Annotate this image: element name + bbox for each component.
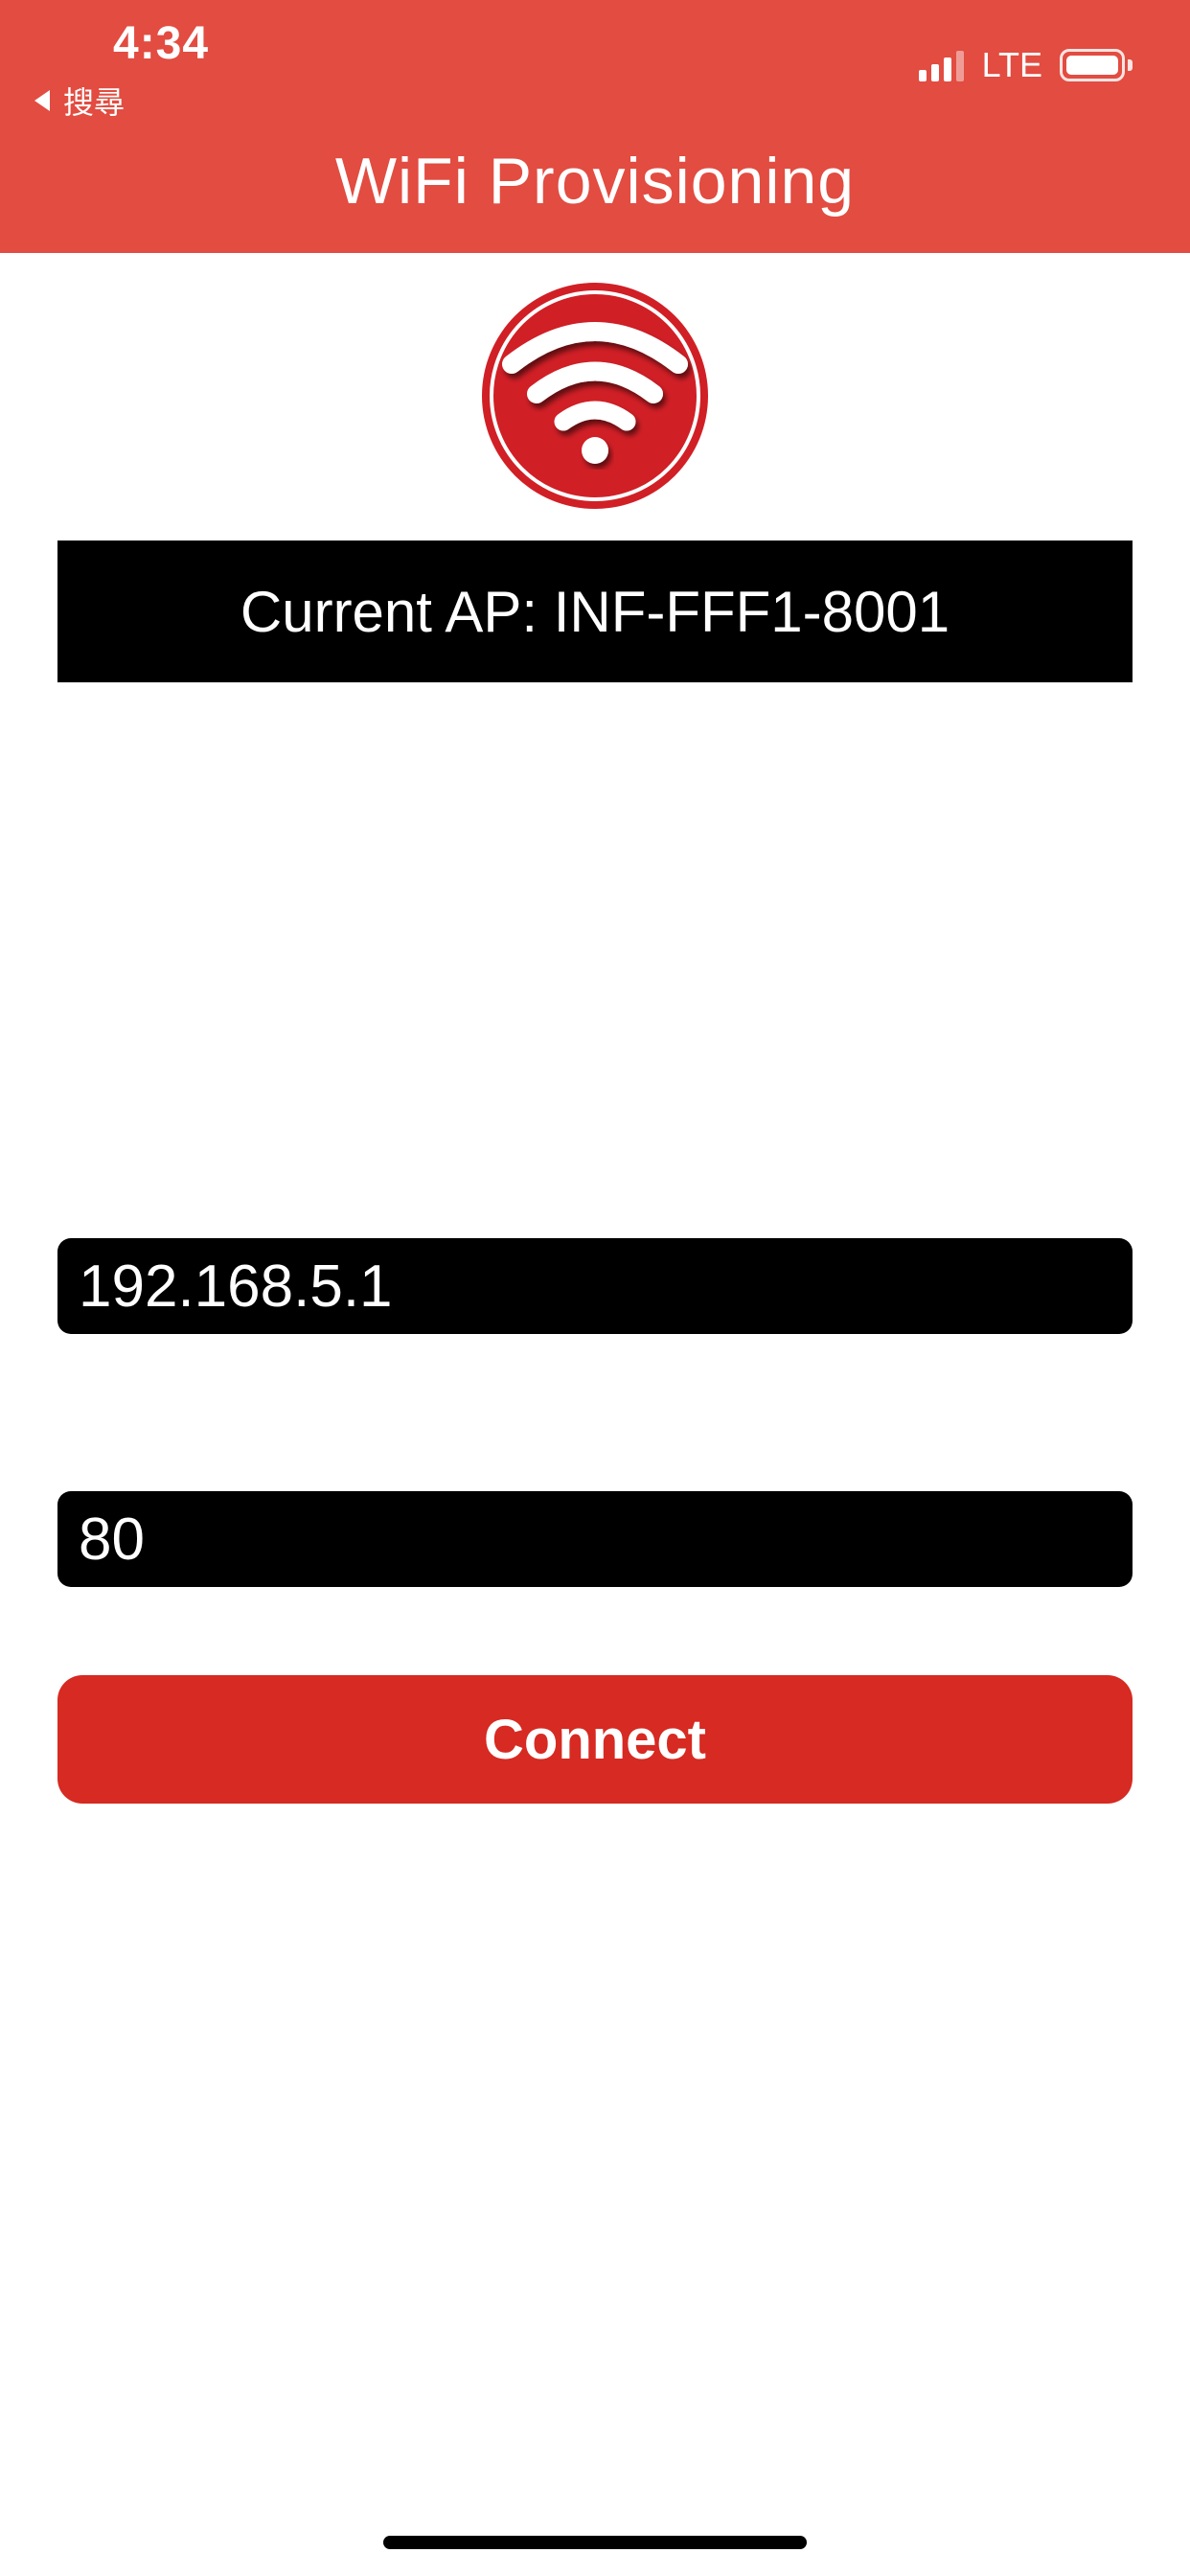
wifi-icon [482,283,708,509]
wifi-logo [479,280,711,512]
port-field[interactable] [57,1491,1133,1587]
back-to-search-link[interactable]: 搜尋 [34,79,125,123]
page-title: WiFi Provisioning [334,145,856,218]
current-ap-banner: Current AP: INF-FFF1-8001 [57,540,1133,682]
ip-address-input[interactable] [79,1252,1133,1321]
home-indicator[interactable] [383,2536,807,2549]
ip-address-field[interactable] [57,1238,1133,1334]
network-type: LTE [981,45,1042,84]
app-header: 4:34 搜尋 LTE WiFi Provisioning [0,0,1190,253]
connect-button[interactable]: Connect [57,1675,1133,1804]
back-arrow-icon [34,90,50,111]
status-indicators: LTE [918,45,1133,84]
status-time: 4:34 [113,18,210,69]
cellular-signal-icon [918,49,969,81]
battery-cap [1128,59,1133,71]
current-ap-text: Current AP: INF-FFF1-8001 [240,579,950,644]
battery-icon [1060,49,1125,81]
back-link-label: 搜尋 [63,85,126,120]
port-input[interactable] [79,1505,1133,1574]
